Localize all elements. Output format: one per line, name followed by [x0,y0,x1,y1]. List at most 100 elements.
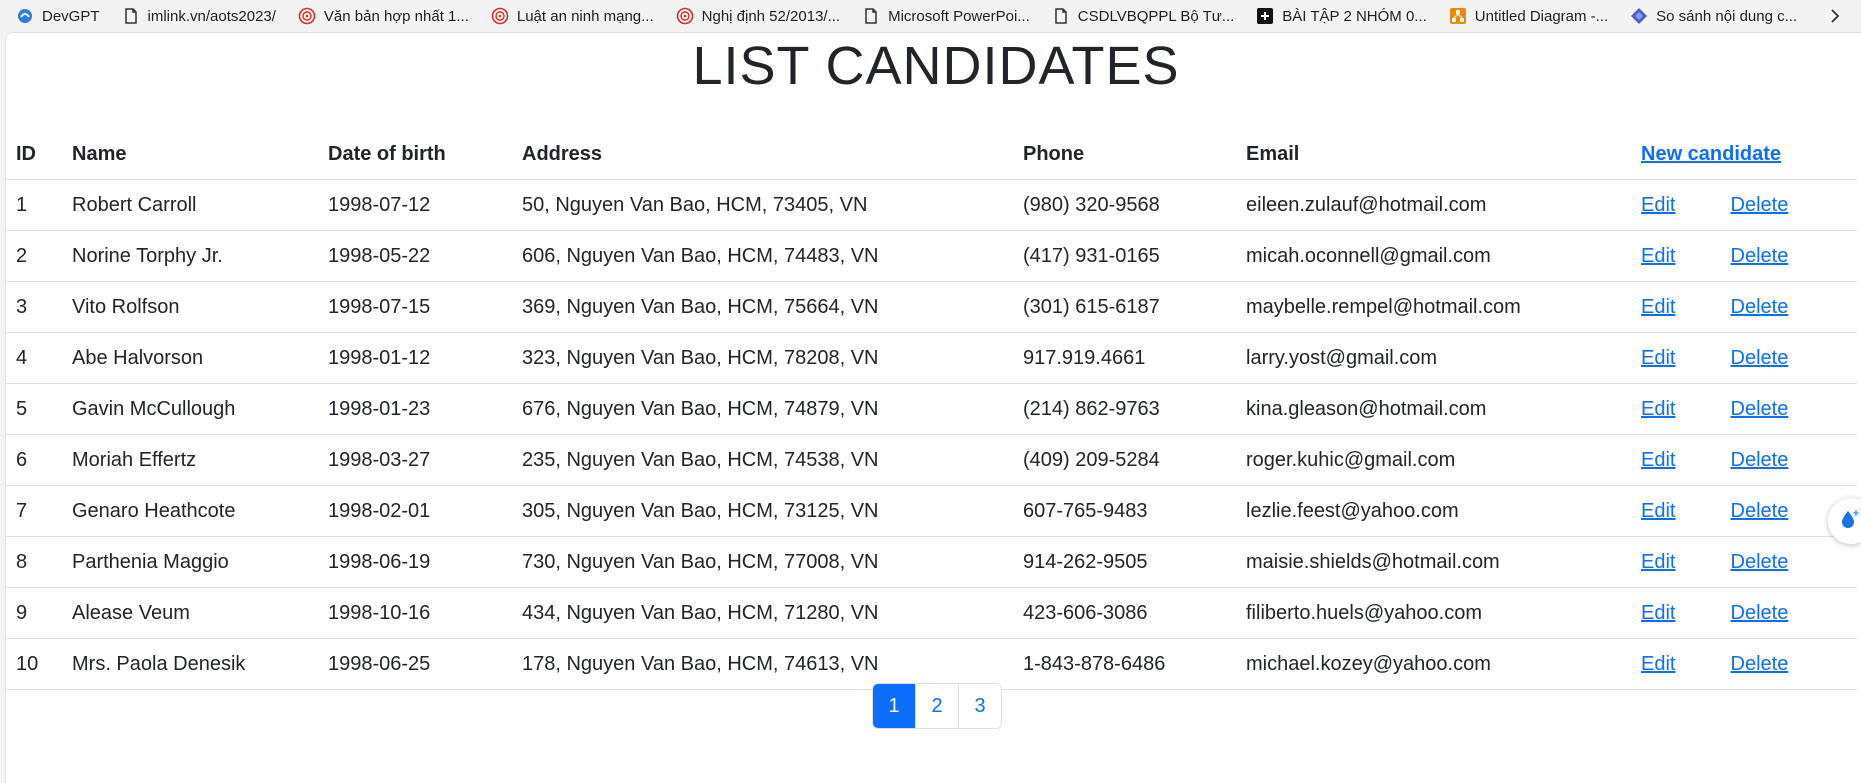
bookmark-item[interactable]: Nghị định 52/2013/... [665,0,851,32]
cell-name: Vito Rolfson [62,281,318,333]
cell-phone: (214) 862-9763 [1013,383,1236,435]
edit-link[interactable]: Edit [1641,245,1675,267]
cell-phone: 1-843-878-6486 [1013,638,1236,690]
cell-delete: Delete [1720,536,1857,588]
page-icon [862,7,880,25]
diamond-icon [1630,7,1648,25]
cell-email: eileen.zulauf@hotmail.com [1236,179,1631,231]
cell-email: filiberto.huels@yahoo.com [1236,587,1631,639]
bookmark-label: Microsoft PowerPoi... [888,7,1030,25]
cell-dob: 1998-01-12 [318,332,512,384]
bookmark-item[interactable]: DevGPT [0,0,111,32]
cell-address: 434, Nguyen Van Bao, HCM, 71280, VN [512,587,1013,639]
delete-link[interactable]: Delete [1731,296,1789,318]
new-candidate-link[interactable]: New candidate [1641,143,1781,165]
cell-edit: Edit [1631,434,1721,486]
page-button-1[interactable]: 1 [873,684,915,728]
cell-dob: 1998-01-23 [318,383,512,435]
cell-address: 730, Nguyen Van Bao, HCM, 77008, VN [512,536,1013,588]
delete-link[interactable]: Delete [1731,194,1789,216]
cell-id: 9 [6,587,62,639]
cell-id: 7 [6,485,62,537]
cell-dob: 1998-06-25 [318,638,512,690]
delete-link[interactable]: Delete [1731,449,1789,471]
cell-address: 235, Nguyen Van Bao, HCM, 74538, VN [512,434,1013,486]
cell-id: 1 [6,179,62,231]
diagram-icon [1449,7,1467,25]
bookmarks-bar: DevGPT imlink.vn/aots2023/Văn bản hợp nhấ… [0,0,1861,32]
cell-dob: 1998-07-12 [318,179,512,231]
bookmark-item[interactable]: Microsoft PowerPoi... [851,0,1041,32]
edit-link[interactable]: Edit [1641,296,1675,318]
delete-link[interactable]: Delete [1731,500,1789,522]
cell-edit: Edit [1631,536,1721,588]
edit-link[interactable]: Edit [1641,602,1675,624]
edit-link[interactable]: Edit [1641,551,1675,573]
cell-delete: Delete [1720,587,1857,639]
seal-icon [676,7,694,25]
cell-dob: 1998-10-16 [318,587,512,639]
cell-name: Parthenia Maggio [62,536,318,588]
cell-id: 2 [6,230,62,282]
bookmark-item[interactable]: CSDLVBQPPL Bộ Tư... [1041,0,1246,32]
cell-edit: Edit [1631,587,1721,639]
edit-link[interactable]: Edit [1641,449,1675,471]
cell-delete: Delete [1720,383,1857,435]
cell-address: 369, Nguyen Van Bao, HCM, 75664, VN [512,281,1013,333]
header-phone: Phone [1013,129,1236,180]
cell-dob: 1998-02-01 [318,485,512,537]
cell-name: Norine Torphy Jr. [62,230,318,282]
table-row: 6 Moriah Effertz 1998-03-27 235, Nguyen Van… [6,434,1857,486]
edit-link[interactable]: Edit [1641,194,1675,216]
cell-address: 323, Nguyen Van Bao, HCM, 78208, VN [512,332,1013,384]
bookmark-item[interactable]: So sánh nội dung c... [1619,0,1808,32]
bookmark-item[interactable]: Untitled Diagram -... [1438,0,1619,32]
cell-email: larry.yost@gmail.com [1236,332,1631,384]
cell-name: Robert Carroll [62,179,318,231]
delete-link[interactable]: Delete [1731,653,1789,675]
bookmark-item[interactable]: Luật an ninh mạng... [480,0,665,32]
delete-link[interactable]: Delete [1731,602,1789,624]
devgpt-icon [16,7,34,25]
header-actions: New candidate [1631,129,1857,180]
edit-link[interactable]: Edit [1641,347,1675,369]
page-button-3[interactable]: 3 [958,684,1001,728]
bookmark-label: So sánh nội dung c... [1656,7,1798,25]
bookmark-label: imlink.vn/aots2023/ [147,7,276,25]
cell-dob: 1998-07-15 [318,281,512,333]
bookmark-label: Nghị định 52/2013/... [701,7,841,25]
bookmark-item[interactable]: Văn bản hợp nhất 1... [287,0,480,32]
cell-phone: 917.919.4661 [1013,332,1236,384]
bookmark-label: Untitled Diagram -... [1474,7,1609,25]
cell-address: 606, Nguyen Van Bao, HCM, 74483, VN [512,230,1013,282]
cell-email: roger.kuhic@gmail.com [1236,434,1631,486]
bookmark-label: CSDLVBQPPL Bộ Tư... [1077,7,1235,25]
edit-link[interactable]: Edit [1641,398,1675,420]
delete-link[interactable]: Delete [1731,398,1789,420]
delete-link[interactable]: Delete [1731,245,1789,267]
cell-address: 178, Nguyen Van Bao, HCM, 74613, VN [512,638,1013,690]
cell-edit: Edit [1631,281,1721,333]
cell-email: micah.oconnell@gmail.com [1236,230,1631,282]
edit-link[interactable]: Edit [1641,653,1675,675]
table-row: 10 Mrs. Paola Denesik 1998-06-25 178, Nguye… [6,638,1857,690]
cell-id: 3 [6,281,62,333]
cell-phone: (980) 320-9568 [1013,179,1236,231]
cell-id: 6 [6,434,62,486]
bookmark-label: BÀI TẬP 2 NHÓM 0... [1282,7,1427,25]
bookmark-item[interactable]: BÀI TẬP 2 NHÓM 0... [1245,0,1438,32]
edit-link[interactable]: Edit [1641,500,1675,522]
bookmarks-overflow-chevron-icon[interactable] [1823,4,1847,28]
cell-phone: (409) 209-5284 [1013,434,1236,486]
cell-email: lezlie.feest@yahoo.com [1236,485,1631,537]
pagination: 123 [872,683,1002,729]
cell-phone: 914-262-9505 [1013,536,1236,588]
cell-address: 676, Nguyen Van Bao, HCM, 74879, VN [512,383,1013,435]
delete-link[interactable]: Delete [1731,347,1789,369]
bookmark-item[interactable]: imlink.vn/aots2023/ [111,0,287,32]
page-button-2[interactable]: 2 [915,684,958,728]
delete-link[interactable]: Delete [1731,551,1789,573]
cell-name: Moriah Effertz [62,434,318,486]
cell-id: 5 [6,383,62,435]
table-header-row: ID Name Date of birth Address Phone Emai… [6,129,1857,180]
